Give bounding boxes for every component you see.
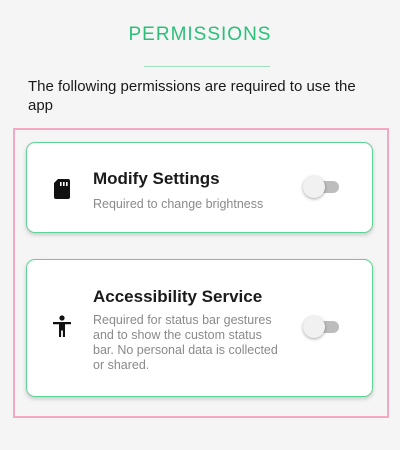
permission-description: Required for status bar gestures and to … xyxy=(93,313,278,372)
permissions-screen: PERMISSIONS The following permissions ar… xyxy=(0,0,400,450)
page-title: PERMISSIONS xyxy=(128,24,272,45)
permission-card-accessibility-service[interactable]: Accessibility Service Required for statu… xyxy=(26,259,373,397)
title-divider xyxy=(144,66,270,67)
permission-title: Accessibility Service xyxy=(93,287,263,306)
permission-description: Required to change brightness xyxy=(93,197,264,211)
modify-settings-toggle[interactable] xyxy=(303,176,339,198)
toggle-thumb xyxy=(303,176,325,198)
accessibility-service-toggle[interactable] xyxy=(303,316,339,338)
sd-card-icon xyxy=(51,177,73,201)
toggle-thumb xyxy=(303,316,325,338)
permission-title: Modify Settings xyxy=(93,169,220,188)
intro-text: The following permissions are required t… xyxy=(28,78,356,114)
accessibility-icon xyxy=(51,315,73,339)
permission-card-modify-settings[interactable]: Modify Settings Required to change brigh… xyxy=(26,142,373,233)
